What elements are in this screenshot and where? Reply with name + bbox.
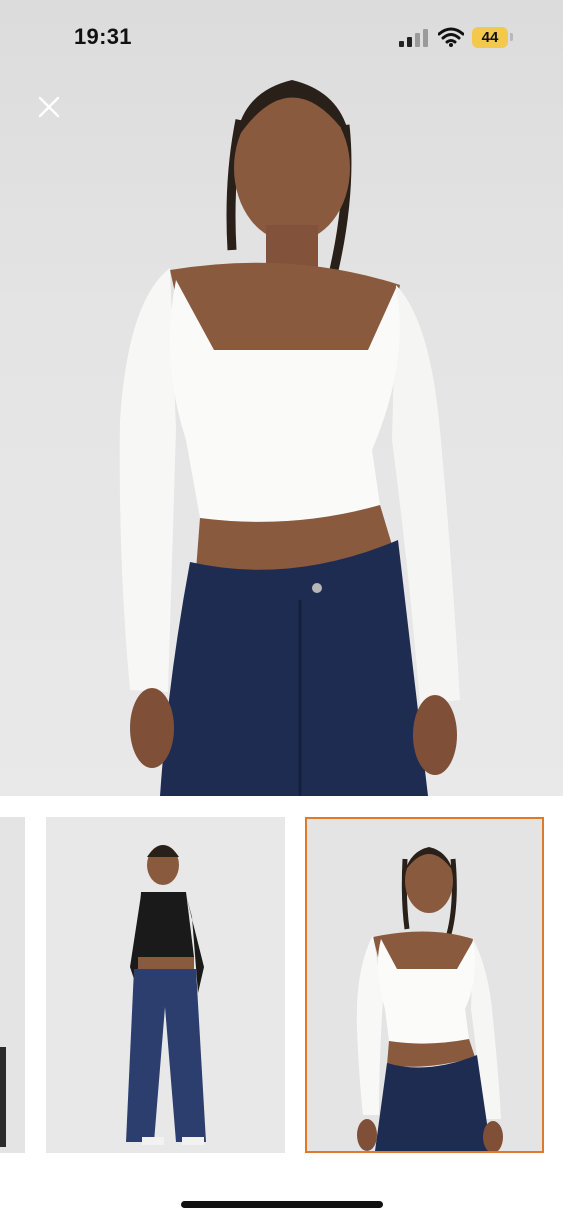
home-indicator[interactable] <box>181 1201 383 1208</box>
close-icon[interactable] <box>34 92 64 122</box>
status-bar: 19:31 44 <box>0 0 563 78</box>
thumbnail-strip[interactable] <box>0 796 563 1176</box>
battery-nub <box>510 33 513 41</box>
product-image-main[interactable]: 19:31 44 <box>0 0 563 796</box>
signal-icon <box>399 29 429 47</box>
wifi-icon <box>438 27 464 47</box>
thumbnail-image <box>307 819 542 1151</box>
thumbnail-white-top[interactable] <box>305 817 544 1153</box>
thumbnail-black-top[interactable] <box>46 817 285 1153</box>
thumbnail-partial[interactable] <box>0 817 25 1153</box>
battery-icon: 44 <box>472 27 508 48</box>
thumbnail-image <box>46 817 285 1153</box>
thumbnail-image <box>0 817 25 1153</box>
battery-level: 44 <box>481 29 499 46</box>
product-photo <box>119 80 460 796</box>
status-time: 19:31 <box>74 24 132 49</box>
